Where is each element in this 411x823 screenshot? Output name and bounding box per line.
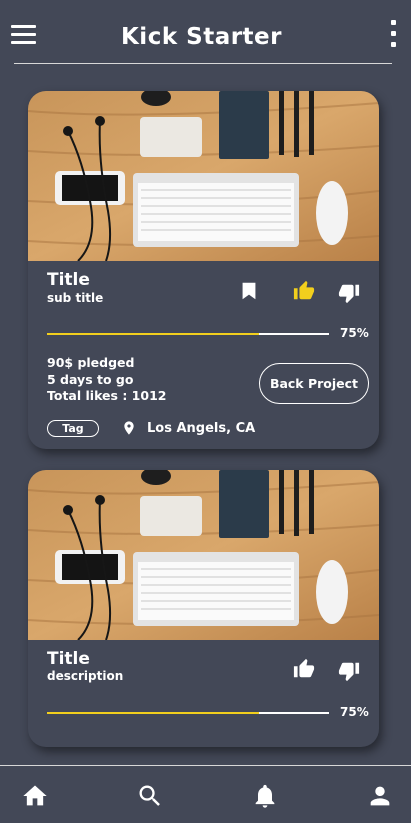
- dislike-button[interactable]: [338, 282, 360, 304]
- more-vertical-icon: [391, 20, 396, 25]
- pledged-amount: 90$ pledged: [47, 355, 135, 370]
- bottom-navigation: [0, 765, 411, 823]
- location-pin-icon: [124, 421, 134, 435]
- project-image: [28, 91, 379, 261]
- profile-icon: [370, 786, 390, 806]
- thumbs-up-icon: [293, 280, 315, 300]
- home-icon: [23, 785, 47, 806]
- funding-progress-fill: [47, 712, 259, 714]
- total-likes: Total likes : 1012: [47, 388, 167, 403]
- bookmark-icon: [242, 282, 256, 300]
- project-location: Los Angels, CA: [147, 421, 256, 436]
- days-remaining: 5 days to go: [47, 372, 134, 387]
- nav-divider: [0, 765, 411, 766]
- thumbs-up-icon: [293, 658, 315, 678]
- nav-notifications-button[interactable]: [251, 782, 279, 810]
- more-options-button[interactable]: [389, 20, 399, 48]
- header-divider: [14, 63, 392, 64]
- funding-progress-label: 75%: [340, 705, 369, 719]
- project-card[interactable]: Title sub title 75% 90$ pledged 5 days t…: [28, 91, 379, 449]
- back-project-button[interactable]: Back Project: [259, 363, 369, 404]
- project-image: [28, 470, 379, 640]
- funding-progress-label: 75%: [340, 326, 369, 340]
- project-card[interactable]: Title description 75%: [28, 470, 379, 747]
- app-title: Kick Starter: [120, 24, 282, 50]
- like-button[interactable]: [293, 280, 315, 302]
- dislike-button[interactable]: [338, 660, 360, 682]
- funding-progress-bar: [47, 333, 329, 335]
- nav-profile-button[interactable]: [366, 782, 394, 810]
- bell-icon: [255, 784, 275, 808]
- funding-progress-bar: [47, 712, 329, 714]
- bookmark-button[interactable]: [238, 280, 260, 302]
- thumbs-down-icon: [338, 284, 360, 304]
- thumbs-down-icon: [338, 662, 360, 682]
- search-icon: [139, 785, 160, 806]
- project-tag[interactable]: Tag: [47, 420, 99, 437]
- card-description: description: [47, 669, 124, 683]
- card-title: Title: [47, 270, 90, 290]
- nav-search-button[interactable]: [136, 782, 164, 810]
- app-header: Kick Starter: [0, 0, 411, 66]
- funding-progress-fill: [47, 333, 259, 335]
- card-title: Title: [47, 649, 90, 669]
- nav-home-button[interactable]: [21, 782, 49, 810]
- card-subtitle: sub title: [47, 291, 104, 305]
- like-button[interactable]: [293, 658, 315, 680]
